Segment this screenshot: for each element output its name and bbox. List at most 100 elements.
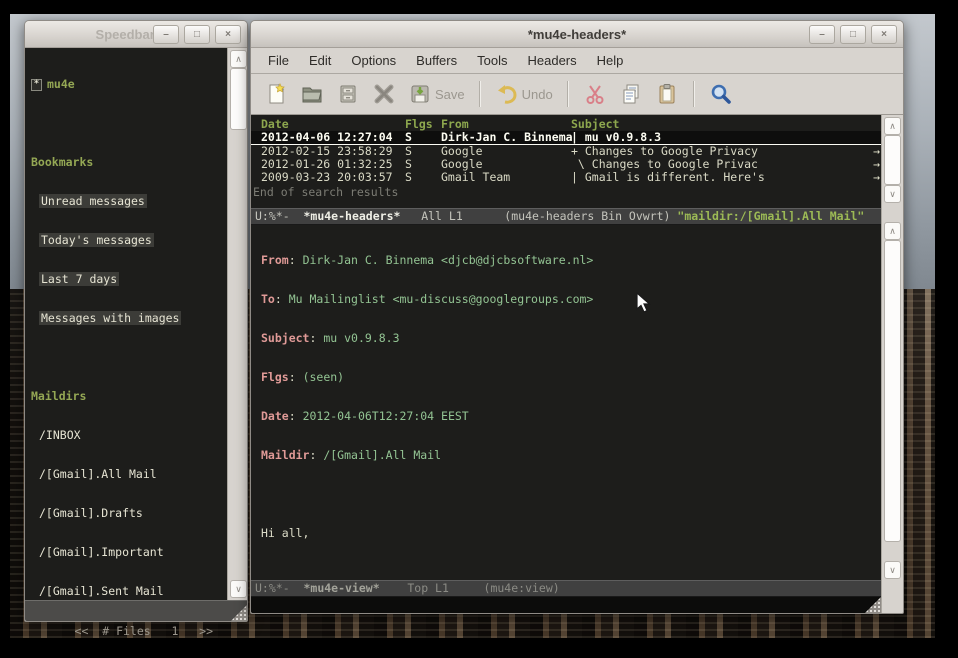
field-value: /[Gmail].All Mail [323, 448, 441, 462]
field-colon: : [275, 292, 289, 306]
menu-options[interactable]: Options [342, 49, 405, 73]
bookmark-item[interactable]: Unread messages [31, 195, 227, 208]
field-value: Mu Mailinglist <mu-discuss@googlegroups.… [289, 292, 594, 306]
bookmark-label[interactable]: Last 7 days [39, 272, 119, 286]
open-folder-icon [300, 82, 324, 106]
scroll-up-button[interactable]: ∧ [884, 117, 901, 135]
scrollbar-thumb[interactable] [230, 68, 247, 130]
toolbar-separator [479, 81, 481, 107]
close-button[interactable]: × [871, 25, 897, 44]
screen: Speedbar 1.0 – □ × * mu4e Bookmarks Unrea… [0, 0, 958, 658]
modeline-modes: (mu4e:view) [484, 581, 560, 595]
bookmark-item[interactable]: Messages with images [31, 312, 227, 325]
speedbar-root-label: mu4e [47, 77, 75, 91]
maximize-icon: □ [194, 30, 200, 40]
field-value: (seen) [303, 370, 345, 384]
bookmark-item[interactable]: Last 7 days [31, 273, 227, 286]
end-of-results-text: End of search results [251, 186, 881, 199]
menu-tools[interactable]: Tools [468, 49, 516, 73]
cell-flgs: S [401, 171, 441, 184]
scroll-up-button[interactable]: ∧ [884, 222, 901, 240]
speedbar-scrollbar[interactable]: ∧ ∨ [227, 48, 247, 600]
headers-modeline[interactable]: U:%*- *mu4e-headers* All L1 (mu4e-header… [251, 208, 881, 225]
save-all-button[interactable] [333, 80, 363, 108]
bookmark-label[interactable]: Today's messages [39, 233, 154, 247]
bookmark-item[interactable]: Today's messages [31, 234, 227, 247]
speedbar-titlebar[interactable]: Speedbar 1.0 – □ × [25, 21, 247, 48]
maildir-item[interactable]: /INBOX [31, 429, 227, 442]
field-subject: Subject: mu v0.9.8.3 [261, 332, 881, 345]
mu4e-window: *mu4e-headers* – □ × File Edit Options B… [250, 20, 904, 614]
modeline-position: All L1 [421, 209, 463, 223]
scrollbar-thumb[interactable] [884, 240, 901, 542]
column-subject[interactable]: Subject [571, 118, 881, 131]
maximize-button[interactable]: □ [184, 25, 210, 44]
toolbar-separator [567, 81, 569, 107]
chevron-down-icon: ∨ [889, 566, 896, 575]
expand-icon[interactable]: * [31, 79, 42, 91]
close-button[interactable]: × [215, 25, 241, 44]
section-title-maildirs: Maildirs [31, 390, 227, 403]
menu-help[interactable]: Help [588, 49, 633, 73]
scrollbar-thumb[interactable] [884, 135, 901, 185]
scroll-up-button[interactable]: ∧ [230, 50, 247, 68]
maildir-item[interactable]: /[Gmail].All Mail [31, 468, 227, 481]
maximize-button[interactable]: □ [840, 25, 866, 44]
truncation-arrow-icon: → [873, 171, 880, 184]
cell-subject: | Gmail is different. Here's [571, 171, 881, 184]
minimize-button[interactable]: – [153, 25, 179, 44]
speedbar-root-item[interactable]: * mu4e [31, 78, 227, 91]
open-file-button[interactable] [297, 80, 327, 108]
undo-button[interactable]: Undo [492, 80, 556, 108]
message-row[interactable]: 2009-03-23 20:03:57 S Gmail Team | Gmail… [251, 171, 881, 184]
search-button[interactable] [706, 80, 736, 108]
bookmark-label[interactable]: Messages with images [39, 311, 181, 325]
tool-bar: Save Undo [251, 74, 903, 115]
cell-from: Dirk-Jan C. Binnema [441, 131, 571, 144]
modeline-buffer-name: *mu4e-view* [303, 581, 379, 595]
save-button[interactable]: Save [405, 80, 468, 108]
view-scrollbar[interactable]: ∧ ∨ [882, 220, 903, 613]
field-label: Flgs [261, 370, 289, 384]
message-row-selected[interactable]: 2012-04-06 12:27:04 S Dirk-Jan C. Binnem… [251, 131, 881, 145]
cell-subject: | mu v0.9.8.3 [571, 131, 881, 144]
bookmark-label[interactable]: Unread messages [39, 194, 147, 208]
headers-scrollbar[interactable]: ∧ ∨ [882, 115, 903, 205]
menu-buffers[interactable]: Buffers [407, 49, 466, 73]
menu-file[interactable]: File [259, 49, 298, 73]
file-cabinet-icon [336, 82, 360, 106]
scroll-down-button[interactable]: ∨ [884, 561, 901, 579]
menu-edit[interactable]: Edit [300, 49, 340, 73]
cell-flgs: S [401, 131, 441, 144]
new-file-icon [264, 82, 288, 106]
copy-button[interactable] [616, 80, 646, 108]
menu-bar: File Edit Options Buffers Tools Headers … [251, 48, 903, 74]
new-file-button[interactable] [261, 80, 291, 108]
maildir-item[interactable]: /[Gmail].Sent Mail [31, 585, 227, 598]
resize-grip[interactable] [865, 597, 881, 613]
modeline-buffer-name: *mu4e-headers* [303, 209, 400, 223]
scroll-down-button[interactable]: ∨ [884, 185, 901, 203]
field-colon: : [309, 331, 323, 345]
cut-button[interactable] [580, 80, 610, 108]
scroll-down-button[interactable]: ∨ [230, 580, 247, 598]
paste-button[interactable] [652, 80, 682, 108]
modeline-position: Top L1 [407, 581, 449, 595]
field-date: Date: 2012-04-06T12:27:04 EEST [261, 410, 881, 423]
mu4e-titlebar[interactable]: *mu4e-headers* – □ × [251, 21, 903, 48]
section-title-bookmarks: Bookmarks [31, 156, 227, 169]
close-buffer-button[interactable] [369, 80, 399, 108]
chevron-down-icon: ∨ [889, 190, 896, 199]
minimize-button[interactable]: – [809, 25, 835, 44]
field-label: Date [261, 409, 289, 423]
maildir-item[interactable]: /[Gmail].Important [31, 546, 227, 559]
field-label: Maildir [261, 448, 309, 462]
field-colon: : [289, 253, 303, 267]
maildir-item[interactable]: /[Gmail].Drafts [31, 507, 227, 520]
resize-grip[interactable] [231, 605, 247, 621]
menu-headers[interactable]: Headers [518, 49, 585, 73]
echo-area[interactable] [251, 597, 881, 613]
mu4e-view-pane: From: Dirk-Jan C. Binnema <djcb@djcbsoft… [251, 225, 881, 580]
speedbar-status-text: << # Files 1 >> [75, 624, 213, 638]
view-modeline[interactable]: U:%*- *mu4e-view* Top L1 (mu4e:view) [251, 580, 881, 597]
